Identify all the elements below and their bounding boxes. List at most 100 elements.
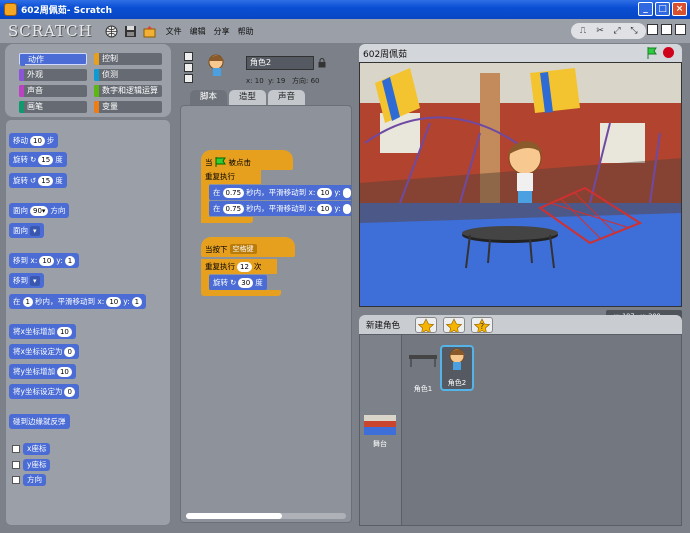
sprite-list: 舞台 角色1 角色2 — [359, 334, 682, 526]
sprite-tile-2[interactable]: 角色2 — [440, 345, 474, 391]
project-title: 602周佩茹 — [363, 50, 408, 60]
goto-xy-block[interactable]: 移到 x: 10 y: 1 — [9, 253, 80, 268]
repeat-bottom — [201, 290, 281, 296]
green-flag-icon[interactable] — [646, 47, 658, 59]
turn-block-script[interactable]: 旋转 ↻ 30 度 — [209, 275, 267, 290]
close-button[interactable]: × — [672, 2, 687, 16]
scratch-logo: SCRATCH — [8, 22, 93, 40]
sprite-info-panel: 角色2 x: 10 y: 19 方向: 60 — [180, 44, 352, 94]
scissors-icon[interactable]: ✂ — [592, 24, 608, 38]
menu-file[interactable]: 文件 — [166, 26, 182, 37]
goto-block[interactable]: 移到 ▾ — [9, 273, 44, 288]
x-position-reporter[interactable]: x座标 — [23, 443, 51, 455]
category-control[interactable]: 控制 — [94, 53, 162, 65]
stamp-icon[interactable]: ⎍ — [575, 24, 591, 38]
shrink-icon[interactable]: ⤡ — [626, 24, 642, 38]
save-icon[interactable] — [124, 25, 137, 38]
category-motion[interactable]: 动作 — [19, 53, 87, 66]
no-rotate-icon[interactable] — [184, 74, 193, 83]
editor-tabs: 脚本 造型 声音 — [190, 90, 306, 105]
tab-costumes[interactable]: 造型 — [229, 90, 267, 105]
sprite-list-header: 新建角色 ? — [359, 315, 682, 334]
direction-reporter[interactable]: 方向 — [23, 474, 46, 486]
when-flag-clicked-hat[interactable]: 当 被点击 — [201, 150, 293, 170]
maximize-button[interactable]: □ — [655, 2, 670, 16]
sprite-thumbnail — [202, 52, 234, 82]
presentation-mode-icon[interactable] — [675, 24, 686, 35]
set-y-block[interactable]: 将y坐标设定为 0 — [9, 384, 79, 399]
stage-label: 舞台 — [373, 440, 387, 448]
rotate-all-icon[interactable] — [184, 52, 193, 61]
scratch-cat-icon — [4, 3, 17, 16]
y-position-checkbox[interactable] — [12, 461, 20, 469]
globe-icon[interactable] — [105, 25, 118, 38]
lock-icon[interactable] — [318, 58, 326, 68]
category-operators[interactable]: 数字和逻辑运算 — [94, 85, 162, 97]
playground-backdrop — [360, 63, 681, 306]
y-position-reporter[interactable]: y座标 — [23, 459, 51, 471]
grow-icon[interactable]: ⤢ — [609, 24, 625, 38]
choose-sprite-file-button[interactable] — [443, 317, 465, 334]
forever-bottom — [201, 217, 253, 223]
stage-column: 舞台 — [360, 335, 402, 525]
direction-checkbox[interactable] — [12, 476, 20, 484]
menu-edit[interactable]: 编辑 — [190, 26, 206, 37]
cursor-tools: ⎍ ✂ ⤢ ⤡ — [571, 23, 646, 39]
normal-stage-icon[interactable] — [661, 24, 672, 35]
new-sprite-label: 新建角色 — [366, 321, 401, 331]
category-selector: 动作 控制 外观 侦测 声音 数字和逻辑运算 画笔 变量 — [5, 44, 171, 117]
repeat-block[interactable]: 重复执行 12 次 — [201, 259, 277, 274]
share-icon[interactable] — [143, 25, 156, 38]
menu-share[interactable]: 分享 — [214, 26, 230, 37]
stage-canvas[interactable] — [359, 62, 682, 307]
change-x-block[interactable]: 将x坐标增加 10 — [9, 324, 76, 339]
green-flag-icon — [215, 157, 226, 167]
set-x-block[interactable]: 将x坐标设定为 0 — [9, 344, 79, 359]
rotation-style-buttons — [184, 52, 194, 83]
rotate-right-icon: ↻ — [230, 278, 237, 287]
scripts-scrollbar[interactable] — [186, 513, 346, 519]
stop-icon[interactable] — [663, 47, 674, 58]
svg-text:?: ? — [480, 322, 484, 331]
sprite-coordinates: x: 10 y: 19 方向: 60 — [246, 77, 320, 85]
category-variables[interactable]: 变量 — [94, 101, 162, 113]
change-y-block[interactable]: 将y坐标增加 10 — [9, 364, 76, 379]
bounce-block[interactable]: 碰到边缘就反弹 — [9, 414, 70, 429]
forever-block[interactable]: 重复执行 — [201, 169, 261, 184]
minimize-button[interactable]: _ — [638, 2, 653, 16]
menu-help[interactable]: 帮助 — [238, 26, 254, 37]
turn-right-block[interactable]: 旋转 ↻ 15 度 — [9, 152, 67, 167]
tab-sounds[interactable]: 声音 — [268, 90, 306, 105]
glide-block[interactable]: 在 1 秒内，平滑移动到 x: 10 y: 1 — [9, 294, 147, 309]
random-sprite-button[interactable]: ? — [471, 317, 493, 334]
title-bar: 602周佩茹- Scratch _ □ × — [0, 0, 690, 19]
point-direction-block[interactable]: 面向 90▾ 方向 — [9, 203, 70, 218]
move-block[interactable]: 移动 10 步 — [9, 133, 59, 148]
point-towards-block[interactable]: 面向 ▾ — [9, 223, 44, 238]
sprite-name-label: 角色1 — [413, 385, 433, 393]
sprite-tile-1[interactable]: 角色1 — [406, 349, 440, 395]
glide-block-2[interactable]: 在 0.75 秒内，平滑移动到 x: 10 y: — [209, 201, 351, 216]
small-stage-icon[interactable] — [647, 24, 658, 35]
key-dropdown[interactable]: 空格键 — [229, 244, 257, 254]
glide-block-1[interactable]: 在 0.75 秒内，平滑移动到 x: 10 y: — [209, 185, 351, 200]
tab-scripts[interactable]: 脚本 — [190, 90, 228, 105]
when-key-pressed-hat[interactable]: 当按下 空格键 — [201, 237, 295, 257]
paint-new-sprite-button[interactable] — [415, 317, 437, 334]
category-looks[interactable]: 外观 — [19, 69, 87, 81]
window-title: 602周佩茹- Scratch — [21, 6, 113, 16]
stage-header: 602周佩茹 — [359, 44, 682, 62]
scripts-area[interactable]: 当 被点击 重复执行 在 0.75 秒内，平滑移动到 x: 10 y: 在 0.75 秒内，… — [180, 105, 352, 523]
rotate-left-icon: ↺ — [30, 176, 37, 185]
sprite-name-label: 角色2 — [447, 379, 467, 387]
flip-lr-icon[interactable] — [184, 63, 193, 72]
category-sensing[interactable]: 侦测 — [94, 69, 162, 81]
category-sound[interactable]: 声音 — [19, 85, 87, 97]
stage-thumbnail[interactable]: 舞台 — [364, 415, 396, 448]
x-position-checkbox[interactable] — [12, 445, 20, 453]
turn-left-block[interactable]: 旋转 ↺ 15 度 — [9, 173, 67, 188]
rotate-right-icon: ↻ — [30, 155, 37, 164]
sprite-name-field[interactable]: 角色2 — [246, 56, 314, 70]
category-pen[interactable]: 画笔 — [19, 101, 87, 113]
block-palette: 移动 10 步 旋转 ↻ 15 度 旋转 ↺ 15 度 面向 90▾ 方向 面向 ▾ 移到 x: 10 y… — [5, 119, 171, 526]
